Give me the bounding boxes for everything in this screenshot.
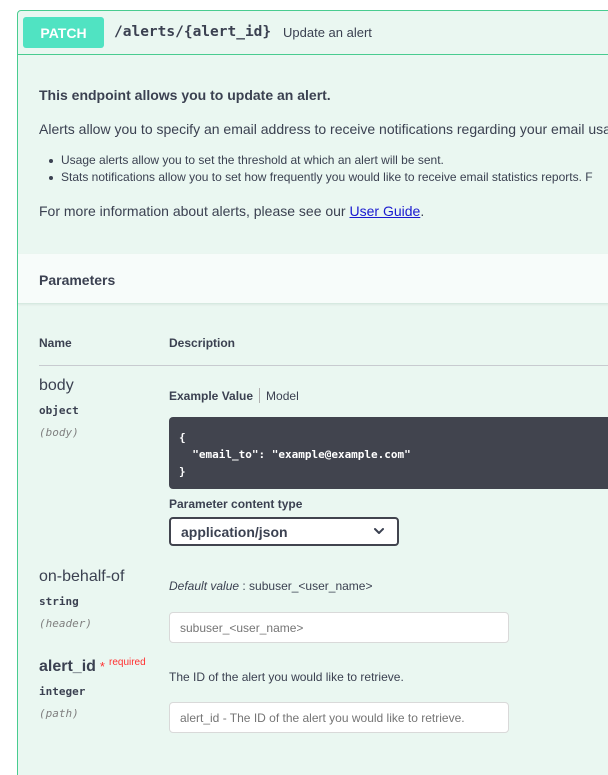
- parameters-title: Parameters: [39, 272, 116, 288]
- content-type-label: Parameter content type: [169, 497, 303, 511]
- tab-model[interactable]: Model: [266, 389, 299, 403]
- description-paragraph: Alerts allow you to specify an email add…: [39, 121, 608, 137]
- param-in-on-behalf-of: (header): [39, 617, 92, 630]
- column-header-name: Name: [39, 336, 72, 350]
- default-value: Default value : subuser_<user_name>: [169, 579, 372, 593]
- content-type-select[interactable]: application/json: [169, 517, 399, 546]
- param-name-alert-id: alert_id * required: [39, 657, 146, 676]
- param-type-body: object: [39, 404, 79, 417]
- more-info-suffix: .: [420, 203, 425, 219]
- table-divider: [39, 365, 608, 366]
- description-title: This endpoint allows you to update an al…: [39, 87, 331, 103]
- default-value-text: : subuser_<user_name>: [239, 579, 373, 593]
- description-more-info: For more information about alerts, pleas…: [39, 203, 424, 219]
- operation-description: This endpoint allows you to update an al…: [18, 56, 608, 253]
- required-star: *: [99, 659, 105, 674]
- more-info-text: For more information about alerts, pleas…: [39, 203, 350, 219]
- param-name-on-behalf-of: on-behalf-of: [39, 568, 125, 585]
- content-type-value: application/json: [181, 524, 288, 540]
- example-model-tabs: Example Value Model: [169, 388, 299, 403]
- param-type-on-behalf-of: string: [39, 595, 79, 608]
- param-description-alert-id: The ID of the alert you would like to re…: [169, 670, 404, 684]
- tab-example-value[interactable]: Example Value: [169, 389, 253, 403]
- list-item: Usage alerts allow you to set the thresh…: [49, 152, 593, 169]
- default-value-label: Default value: [169, 579, 240, 593]
- param-name-body: body: [39, 377, 74, 394]
- param-in-body: (body): [39, 426, 79, 439]
- tab-separator: [259, 388, 261, 403]
- param-type-alert-id: integer: [39, 685, 86, 698]
- column-header-description: Description: [169, 336, 236, 350]
- parameters-section-header: Parameters: [18, 254, 608, 304]
- example-value-code[interactable]: { "email_to": "example@example.com" }: [169, 417, 608, 489]
- operation-summary[interactable]: PATCH /alerts/{alert_id} Update an alert: [18, 11, 608, 55]
- required-label: required: [108, 657, 146, 668]
- chevron-down-icon: [374, 528, 384, 534]
- param-in-alert-id: (path): [39, 707, 79, 720]
- list-item: Stats notifications allow you to set how…: [49, 170, 593, 184]
- user-guide-link[interactable]: User Guide: [350, 203, 421, 219]
- description-bullets: Usage alerts allow you to set the thresh…: [49, 152, 593, 186]
- method-badge: PATCH: [23, 17, 104, 48]
- endpoint-path: /alerts/{alert_id}: [114, 24, 272, 40]
- alert-id-input[interactable]: [169, 702, 509, 733]
- on-behalf-of-input[interactable]: [169, 612, 509, 643]
- operation-summary-text: Update an alert: [283, 25, 372, 40]
- param-name-alert-id-text: alert_id: [39, 658, 96, 675]
